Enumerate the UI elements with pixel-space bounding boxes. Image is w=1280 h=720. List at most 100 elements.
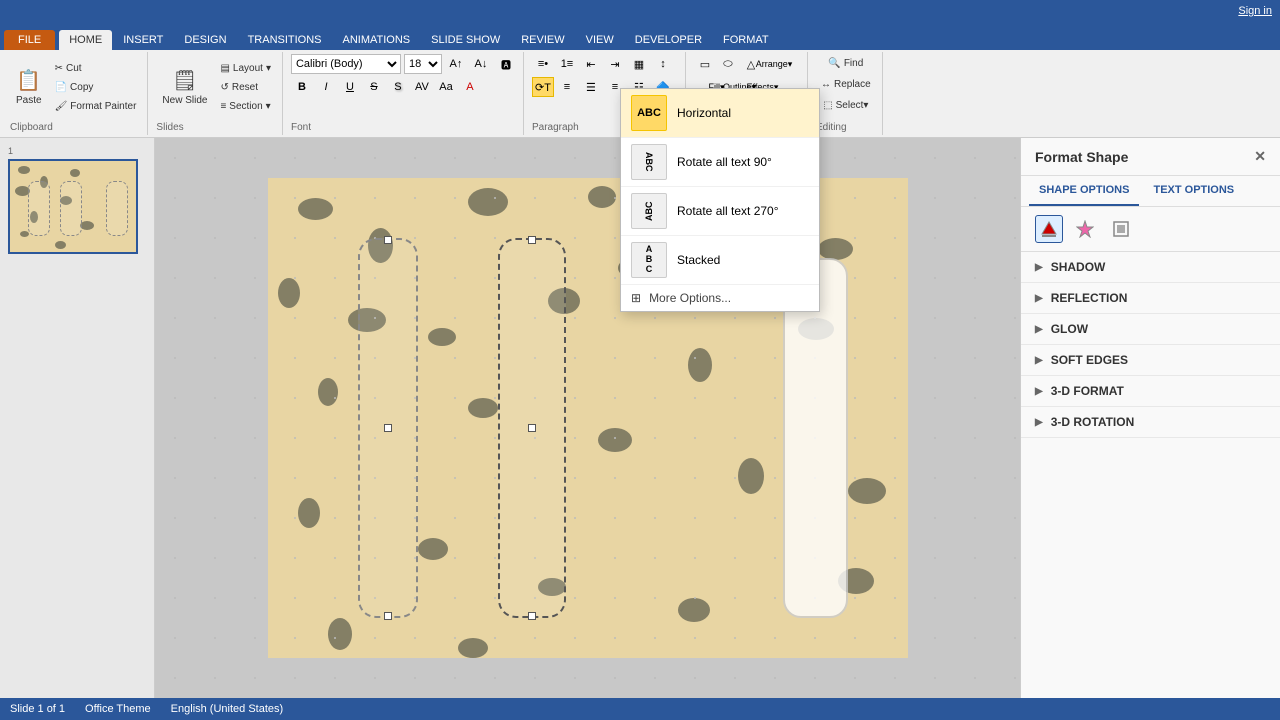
bold-button[interactable]: B xyxy=(291,77,313,97)
arrange-button[interactable]: Arrange▾ xyxy=(763,54,785,74)
clipboard-group: 📋 Paste ✂ Cut 📄 Copy 🖌 Format Painter Cl… xyxy=(4,52,148,135)
format-panel-close-icon[interactable]: ✕ xyxy=(1254,148,1266,165)
columns-button[interactable]: ▦ xyxy=(628,54,650,74)
reflection-section[interactable]: ▶ REFLECTION xyxy=(1021,283,1280,314)
reset-icon: ↺ xyxy=(220,82,228,93)
increase-indent-button[interactable]: ⇥ xyxy=(604,54,626,74)
cut-button[interactable]: ✂ Cut xyxy=(50,59,142,77)
slide-panel: 1 xyxy=(0,138,155,698)
text-direction-button[interactable]: ⟳T xyxy=(532,77,554,97)
shape-rect-button[interactable]: ▭ xyxy=(694,54,716,74)
italic-button[interactable]: I xyxy=(315,77,337,97)
shape-left[interactable] xyxy=(358,238,418,618)
status-bar: Slide 1 of 1 Office Theme English (Unite… xyxy=(0,698,1280,720)
dropdown-item-stacked[interactable]: ABC Stacked xyxy=(621,236,819,285)
paste-button[interactable]: 📋 Paste xyxy=(10,59,48,115)
shadow-section[interactable]: ▶ SHADOW xyxy=(1021,252,1280,283)
tab-developer[interactable]: DEVELOPER xyxy=(625,30,712,50)
soft-edges-expand-icon: ▶ xyxy=(1035,355,1043,366)
tab-review[interactable]: REVIEW xyxy=(511,30,574,50)
font-color-button[interactable]: A xyxy=(459,77,481,97)
tab-view[interactable]: VIEW xyxy=(576,30,624,50)
align-left-button[interactable]: ≡ xyxy=(556,77,578,97)
clear-formatting-button[interactable]: 🅰 xyxy=(495,54,517,74)
align-center-button[interactable]: ☰ xyxy=(580,77,602,97)
slide-info: Slide 1 of 1 xyxy=(10,703,65,715)
fill-line-icon-button[interactable] xyxy=(1035,215,1063,243)
copy-icon: 📄 xyxy=(55,82,67,93)
paragraph-label: Paragraph xyxy=(532,120,579,133)
find-button[interactable]: 🔍 Find xyxy=(823,54,868,72)
new-slide-button[interactable]: 🗒 New Slide xyxy=(156,59,213,115)
more-options-icon: ⊞ xyxy=(631,291,641,305)
select-button[interactable]: ⬚ Select▾ xyxy=(818,96,873,114)
dropdown-item-rotate270[interactable]: ABC Rotate all text 270° xyxy=(621,187,819,236)
stacked-abc-icon: ABC xyxy=(631,242,667,278)
copy-button[interactable]: 📄 Copy xyxy=(50,78,142,96)
slide-thumbnail[interactable] xyxy=(8,159,138,254)
format-panel-tabs: SHAPE OPTIONS TEXT OPTIONS xyxy=(1021,176,1280,207)
editing-label: Editing xyxy=(816,120,847,133)
soft-edges-section[interactable]: ▶ SOFT EDGES xyxy=(1021,345,1280,376)
dropdown-item-rotate90[interactable]: ABC Rotate all text 90° xyxy=(621,138,819,187)
underline-button[interactable]: U xyxy=(339,77,361,97)
increase-font-size-button[interactable]: A↑ xyxy=(445,54,467,74)
sign-in-link[interactable]: Sign in xyxy=(1238,5,1272,17)
shape-oval-button[interactable]: ⬭ xyxy=(717,54,739,74)
tab-transitions[interactable]: TRANSITIONS xyxy=(238,30,332,50)
font-label: Font xyxy=(291,120,311,133)
ribbon-tabs: FILE HOME INSERT DESIGN TRANSITIONS ANIM… xyxy=(0,22,1280,50)
format-painter-button[interactable]: 🖌 Format Painter xyxy=(50,97,142,115)
slide-number: 1 xyxy=(8,146,146,156)
layout-dropdown-icon: ▾ xyxy=(266,63,271,74)
effects-icon-button[interactable] xyxy=(1071,215,1099,243)
horizontal-abc-icon: ABC xyxy=(631,95,667,131)
new-slide-icon: 🗒 xyxy=(172,68,197,93)
bullets-button[interactable]: ≡• xyxy=(532,54,554,74)
section-icon: ≡ xyxy=(220,101,226,112)
3d-format-section[interactable]: ▶ 3-D FORMAT xyxy=(1021,376,1280,407)
font-size-select[interactable]: 18 xyxy=(404,54,442,74)
tab-insert[interactable]: INSERT xyxy=(113,30,173,50)
reset-button[interactable]: ↺ Reset xyxy=(215,78,276,96)
tab-animations[interactable]: ANIMATIONS xyxy=(333,30,421,50)
tab-shape-options[interactable]: SHAPE OPTIONS xyxy=(1029,176,1139,206)
rotate90-abc-icon: ABC xyxy=(631,144,667,180)
shape-right[interactable] xyxy=(783,258,848,618)
size-position-icon-button[interactable] xyxy=(1107,215,1135,243)
glow-section[interactable]: ▶ GLOW xyxy=(1021,314,1280,345)
paste-icon: 📋 xyxy=(16,68,41,93)
dropdown-more-options[interactable]: ⊞ More Options... xyxy=(621,285,819,311)
tab-design[interactable]: DESIGN xyxy=(174,30,236,50)
language-info: English (United States) xyxy=(171,703,284,715)
font-family-select[interactable]: Calibri (Body) xyxy=(291,54,401,74)
char-spacing-button[interactable]: AV xyxy=(411,77,433,97)
text-direction-dropdown: ABC Horizontal ABC Rotate all text 90° A… xyxy=(620,88,820,312)
reflection-expand-icon: ▶ xyxy=(1035,293,1043,304)
replace-button[interactable]: ↔ Replace xyxy=(816,75,876,93)
3d-rotation-expand-icon: ▶ xyxy=(1035,417,1043,428)
shape-center[interactable] xyxy=(498,238,566,618)
numbering-button[interactable]: 1≡ xyxy=(556,54,578,74)
title-bar: Sign in xyxy=(0,0,1280,22)
decrease-font-size-button[interactable]: A↓ xyxy=(470,54,492,74)
tab-file[interactable]: FILE xyxy=(4,30,55,50)
section-button[interactable]: ≡ Section ▾ xyxy=(215,97,276,115)
tab-format[interactable]: FORMAT xyxy=(713,30,779,50)
font-group: Calibri (Body) 18 A↑ A↓ 🅰 B I U S S AV A… xyxy=(285,52,524,135)
find-icon: 🔍 xyxy=(828,58,840,69)
shadow-button[interactable]: S xyxy=(387,77,409,97)
format-panel-title: Format Shape ✕ xyxy=(1021,138,1280,176)
3d-rotation-section[interactable]: ▶ 3-D ROTATION xyxy=(1021,407,1280,438)
layout-button[interactable]: ▤ Layout ▾ xyxy=(215,59,276,77)
tab-home[interactable]: HOME xyxy=(59,30,112,50)
dropdown-item-horizontal[interactable]: ABC Horizontal xyxy=(621,89,819,138)
change-case-button[interactable]: Aa xyxy=(435,77,457,97)
tab-slideshow[interactable]: SLIDE SHOW xyxy=(421,30,510,50)
layout-icon: ▤ xyxy=(220,63,229,74)
tab-text-options[interactable]: TEXT OPTIONS xyxy=(1143,176,1244,206)
strikethrough-button[interactable]: S xyxy=(363,77,385,97)
line-spacing-button[interactable]: ↕ xyxy=(652,54,674,74)
decrease-indent-button[interactable]: ⇤ xyxy=(580,54,602,74)
select-icon: ⬚ xyxy=(823,100,832,111)
